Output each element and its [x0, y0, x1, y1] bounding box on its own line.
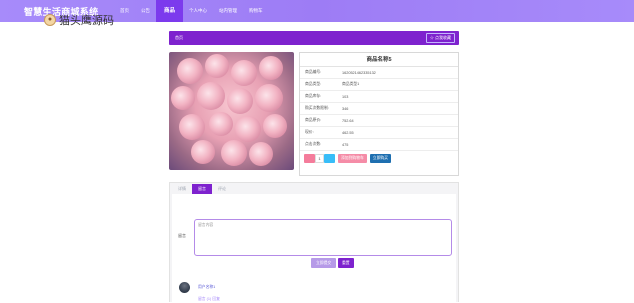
avatar	[179, 282, 190, 293]
decrease-quantity-button[interactable]	[304, 153, 315, 163]
owl-logo-icon: ●	[44, 14, 56, 26]
submit-now-button[interactable]: 立即提交	[311, 258, 337, 268]
reset-button[interactable]: 重置	[338, 258, 354, 268]
purchase-actions: 1 添加到购物车 立即购买	[300, 151, 458, 165]
comment-user-name: 用户名称1	[198, 285, 216, 289]
info-row: 现价: 462.55	[300, 127, 458, 139]
info-row: 购买次数限制: 346	[300, 103, 458, 115]
product-name: 商品名称5	[300, 53, 458, 67]
info-row: 商品库存: 103	[300, 91, 458, 103]
tab-content: 留言 留言内容 立即提交 重置 用户名称1 留言 (1) 回复	[172, 194, 456, 303]
reply-link[interactable]: 留言 (1) 回复	[198, 297, 220, 302]
main-nav: 首页 公告 商品 个人中心 站内管理 购物车	[114, 0, 269, 22]
increase-quantity-button[interactable]	[324, 153, 335, 163]
nav-notice[interactable]: 公告	[135, 0, 156, 22]
tabs-panel: 详情 留言 评论 留言 留言内容 立即提交 重置 用户名称1 留言 (1) 回复	[169, 182, 459, 303]
tab-details[interactable]: 详情	[172, 184, 192, 194]
comment-textarea[interactable]: 留言内容	[194, 219, 452, 256]
product-info-table: 商品名称5 商品编号: 1620521462335132 商品类型: 商品类型1 商…	[299, 52, 459, 176]
quantity-input[interactable]: 1	[315, 153, 324, 163]
comment-label: 留言	[178, 233, 186, 238]
nav-cart[interactable]: 购物车	[243, 0, 269, 22]
product-image	[169, 52, 294, 170]
tab-messages[interactable]: 留言	[192, 184, 212, 194]
add-to-cart-button[interactable]: 添加到购物车	[338, 153, 367, 163]
tab-reviews[interactable]: 评论	[212, 184, 232, 194]
info-row: 点击次数: 475	[300, 139, 458, 151]
info-row: 商品编号: 1620521462335132	[300, 67, 458, 79]
watermark: ● 猫头鹰源码	[44, 12, 114, 28]
nav-admin[interactable]: 站内管理	[213, 0, 243, 22]
nav-profile[interactable]: 个人中心	[183, 0, 213, 22]
info-row: 商品类型: 商品类型1	[300, 79, 458, 91]
breadcrumb: 首页 ☆ 点我收藏	[169, 31, 459, 45]
favorite-button[interactable]: ☆ 点我收藏	[425, 33, 455, 43]
watermark-text: 猫头鹰源码	[59, 14, 114, 27]
breadcrumb-home[interactable]: 首页	[175, 35, 183, 41]
nav-products[interactable]: 商品	[156, 0, 184, 22]
info-row: 商品原价: 752.64	[300, 115, 458, 127]
buy-now-button[interactable]: 立即购买	[369, 153, 391, 163]
nav-home[interactable]: 首页	[114, 0, 135, 22]
tab-bar: 详情 留言 评论	[170, 183, 458, 194]
